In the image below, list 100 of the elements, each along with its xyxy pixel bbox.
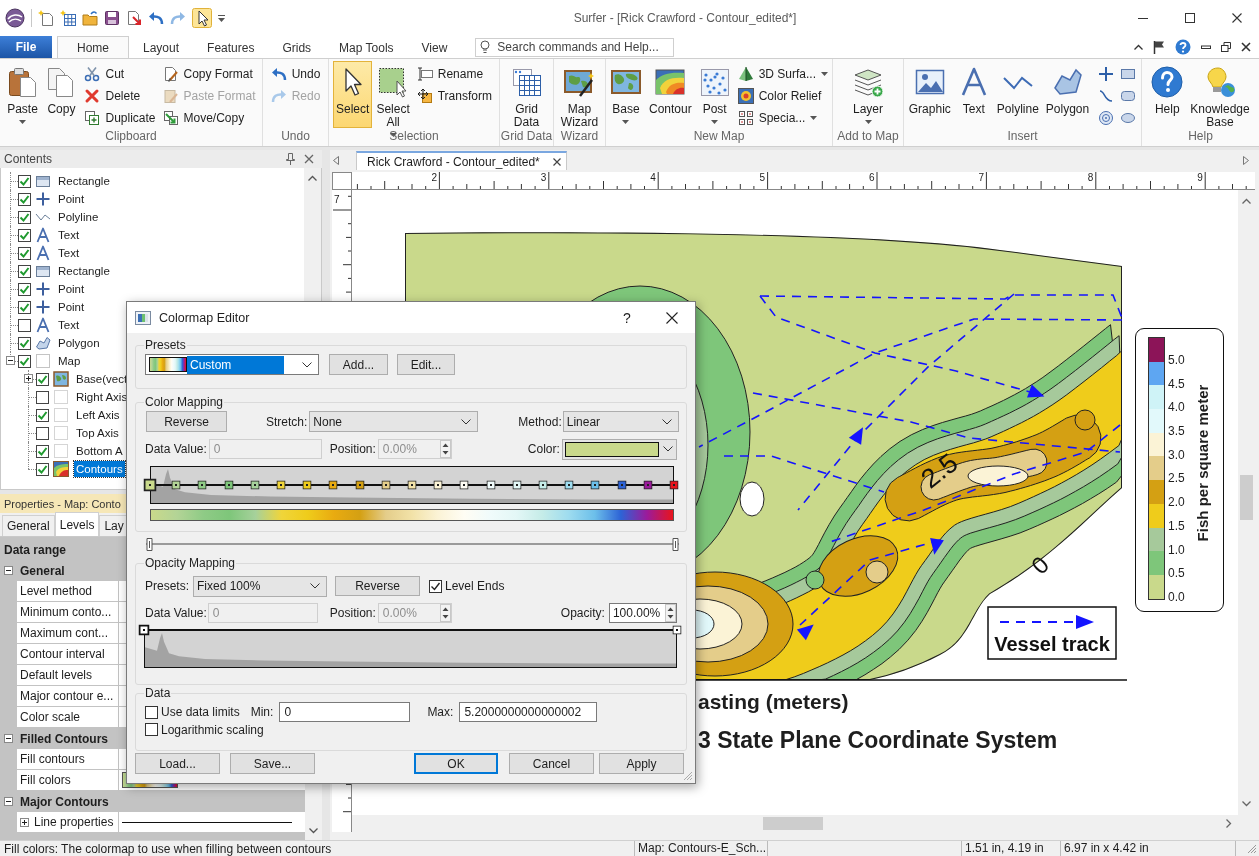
maximize-icon[interactable] <box>1185 13 1195 23</box>
checkbox[interactable] <box>36 372 49 386</box>
color-node[interactable] <box>590 480 600 490</box>
ellipse-icon[interactable] <box>1120 110 1137 126</box>
checkbox[interactable] <box>145 723 158 736</box>
document-tab[interactable]: Rick Crawford - Contour_edited* <box>356 151 567 170</box>
ribbon-tab[interactable]: View <box>407 37 462 58</box>
expand-icon[interactable] <box>24 374 33 383</box>
color-node[interactable] <box>538 480 548 490</box>
ribbon-button[interactable]: Transform <box>413 85 495 107</box>
color-node[interactable] <box>224 480 234 490</box>
save-icon[interactable] <box>104 10 120 26</box>
color-node[interactable] <box>143 478 157 492</box>
color-node[interactable] <box>486 480 496 490</box>
opacity-field[interactable]: 100.00% <box>608 603 677 623</box>
opacity-node[interactable] <box>138 624 150 636</box>
color-node[interactable] <box>617 480 627 490</box>
ribbon-button[interactable]: Color Relief <box>734 85 832 107</box>
checkbox[interactable] <box>36 390 49 404</box>
tree-item-label[interactable]: Contours <box>74 461 125 477</box>
panel-tab[interactable]: General <box>2 515 55 536</box>
pointer-icon[interactable] <box>192 8 212 28</box>
panel-tab[interactable]: Levels <box>54 512 100 536</box>
color-node[interactable] <box>407 480 417 490</box>
ribbon-button[interactable]: Copy <box>42 61 81 128</box>
ribbon-button[interactable]: Rename <box>413 63 495 85</box>
reverse-button[interactable]: Reverse <box>146 411 227 432</box>
scroll-down-icon[interactable] <box>309 828 318 834</box>
color-node[interactable] <box>197 480 207 490</box>
ribbon-button[interactable]: Help <box>1148 61 1187 128</box>
color-node[interactable] <box>669 480 679 490</box>
color-node[interactable] <box>302 480 312 490</box>
rectangle-icon[interactable] <box>1120 66 1137 82</box>
ribbon-button[interactable]: Post <box>695 61 734 128</box>
checkbox[interactable] <box>18 192 31 206</box>
ribbon-button[interactable]: Base <box>606 61 645 128</box>
collapse-icon[interactable] <box>4 566 13 575</box>
scroll-right-icon[interactable] <box>1243 155 1249 165</box>
dialog-button[interactable]: Load... <box>135 753 220 774</box>
scroll-left-icon[interactable] <box>333 155 339 165</box>
ribbon-button[interactable]: Contour <box>645 61 695 128</box>
color-node[interactable] <box>276 480 286 490</box>
color-node[interactable] <box>564 480 574 490</box>
color-node[interactable] <box>381 480 391 490</box>
ribbon-button[interactable]: Map Wizard <box>557 61 602 128</box>
ribbon-button[interactable]: Duplicate <box>81 107 159 129</box>
checkbox[interactable] <box>429 579 442 593</box>
checkbox-label[interactable]: Use data limits <box>161 705 240 719</box>
ribbon-button[interactable]: Move/Copy <box>159 107 259 129</box>
new-page-icon[interactable] <box>38 10 54 26</box>
scrollbar-thumb[interactable] <box>1240 475 1253 520</box>
pin-icon[interactable] <box>286 153 295 165</box>
scrollbar-thumb[interactable] <box>763 817 823 830</box>
help-icon[interactable] <box>1175 39 1191 55</box>
export-icon[interactable] <box>126 10 142 26</box>
checkbox[interactable] <box>18 246 31 260</box>
checkbox[interactable] <box>18 210 31 224</box>
tree-item-label[interactable]: Text <box>56 317 82 333</box>
color-dropdown[interactable] <box>561 438 677 460</box>
customize-dropdown-icon[interactable] <box>218 14 225 22</box>
tree-item-label[interactable]: Base(vect <box>74 371 130 387</box>
checkbox[interactable] <box>18 174 31 188</box>
ribbon-tab[interactable]: Home <box>57 36 129 58</box>
ribbon-button[interactable]: Select <box>333 61 373 128</box>
tree-item-label[interactable]: Rectangle <box>56 173 112 189</box>
ribbon-button[interactable]: Select All <box>373 61 413 128</box>
checkbox[interactable] <box>36 408 49 422</box>
color-node[interactable] <box>459 480 469 490</box>
tree-item-label[interactable]: Rectangle <box>56 263 112 279</box>
color-node[interactable] <box>328 480 338 490</box>
scroll-up-icon[interactable] <box>308 175 317 181</box>
ribbon-button[interactable]: Cut <box>81 63 159 85</box>
collapse-icon[interactable] <box>4 797 13 806</box>
tree-item-label[interactable]: Bottom A <box>74 443 125 459</box>
ribbon-button[interactable]: Grid Data <box>507 61 546 128</box>
open-folder-icon[interactable] <box>82 10 98 26</box>
preset-dropdown[interactable]: Custom <box>145 354 319 375</box>
color-node[interactable] <box>433 480 443 490</box>
min-field[interactable]: 0 <box>279 702 411 722</box>
scroll-down-icon[interactable] <box>1242 801 1251 807</box>
stretch-dropdown[interactable]: None <box>309 411 479 432</box>
file-tab[interactable]: File <box>0 36 52 58</box>
ribbon-tab[interactable]: Grids <box>268 37 326 58</box>
tree-item-label[interactable]: Map <box>56 353 83 369</box>
slider-handle[interactable] <box>146 538 153 551</box>
new-worksheet-icon[interactable] <box>60 10 76 26</box>
ribbon-button[interactable]: Polyline <box>993 61 1042 128</box>
tree-item-label[interactable]: Point <box>56 281 87 297</box>
ribbon-button[interactable]: Paste <box>3 61 42 128</box>
search-field[interactable]: Search commands and Help... <box>475 37 675 57</box>
tree-item-label[interactable]: Left Axis <box>74 407 122 423</box>
checkbox[interactable] <box>145 705 158 719</box>
preset-button[interactable]: Add... <box>329 354 388 375</box>
ribbon-button[interactable]: Text <box>954 61 993 128</box>
color-node[interactable] <box>171 480 181 490</box>
rounded-rectangle-icon[interactable] <box>1120 88 1137 104</box>
reverse-button[interactable]: Reverse <box>335 576 420 596</box>
color-node[interactable] <box>512 480 522 490</box>
ribbon-button[interactable]: Polygon <box>1042 61 1093 128</box>
ribbon-tab[interactable]: Map Tools <box>325 37 408 58</box>
